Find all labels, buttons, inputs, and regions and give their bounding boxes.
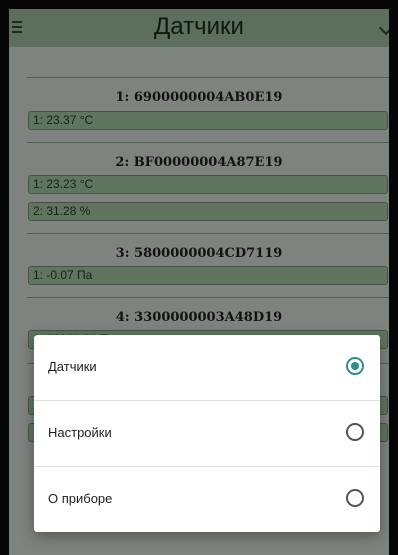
option-settings[interactable]: Настройки xyxy=(34,401,380,466)
navigation-dialog: Датчики Настройки О приборе xyxy=(34,335,380,532)
option-label: Датчики xyxy=(48,359,97,374)
option-sensors[interactable]: Датчики xyxy=(34,335,380,400)
radio-selected-icon[interactable] xyxy=(346,357,364,375)
option-label: О приборе xyxy=(48,491,113,506)
radio-unselected-icon[interactable] xyxy=(346,423,364,441)
radio-unselected-icon[interactable] xyxy=(346,489,364,507)
option-label: Настройки xyxy=(48,425,112,440)
option-about[interactable]: О приборе xyxy=(34,467,380,532)
